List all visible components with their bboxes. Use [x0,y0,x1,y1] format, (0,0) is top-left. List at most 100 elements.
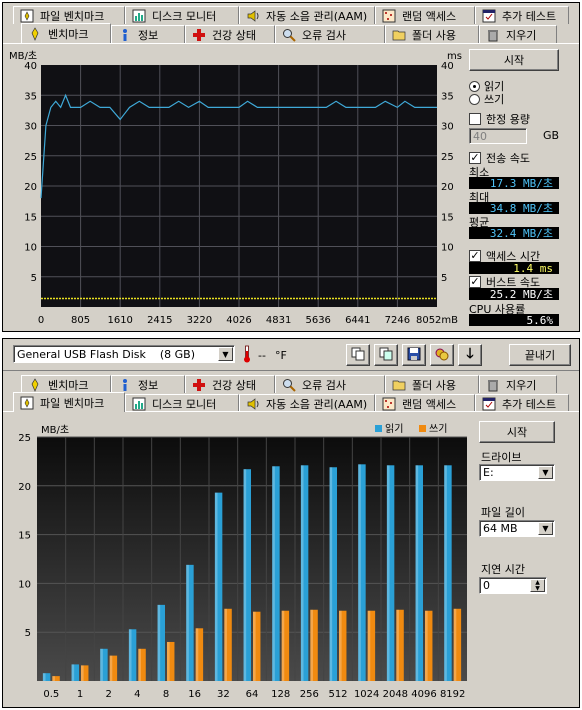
y-tick-left: 25 [24,152,37,163]
avg-value: 32.4 MB/초 [469,227,559,240]
tab-benchmark[interactable]: 벤치마크 [21,23,111,43]
chevron-down-icon[interactable]: ▼ [538,522,553,535]
drive-letter-select[interactable]: E: ▼ [479,464,555,481]
tab-extra-tests[interactable]: 추가 테스트 [475,6,569,24]
y-tick-right: 20 [441,182,454,193]
limit-capacity-check[interactable] [469,113,481,125]
bar-highlight [310,609,313,681]
tab-info[interactable]: 정보 [111,375,185,393]
folder-icon [392,378,406,392]
x-tick: 4831 [266,315,291,326]
tab-speaker[interactable]: 자동 소음 관리(AAM) [239,394,375,412]
start-button[interactable]: 시작 [469,49,559,71]
tab-label: 지우기 [506,378,537,392]
legend-write-swatch [419,425,426,432]
x-tick: 7246 [385,315,410,326]
save-button[interactable] [402,344,426,366]
legend-read-swatch [375,425,382,432]
transfer-rate-check[interactable]: ✓ [469,152,481,164]
tab-label: 폴더 사용 [412,378,456,392]
tab-info[interactable]: 정보 [111,25,185,43]
thermometer-icon [243,345,251,363]
disk-monitor-icon [132,9,146,23]
x-tick: 2 [105,689,111,700]
health-cross-icon [192,378,206,392]
y-tick-right: 5 [441,273,447,284]
magnifier-icon [282,378,296,392]
min-value: 17.3 MB/초 [469,177,559,190]
access-time-check[interactable]: ✓ [469,250,481,262]
exit-button[interactable]: 끝내기 [509,344,571,366]
bar-highlight [339,610,342,681]
tab-disk-monitor[interactable]: 디스크 모니터 [125,6,239,24]
write-radio[interactable]: 쓰기 [469,91,504,107]
folder-icon [392,28,406,42]
copy-info-button[interactable] [374,344,398,366]
transfer-rate-chart: MB/초 ms4035302520151054035302520151050 805… [7,47,465,329]
y-tick: 5 [25,628,31,639]
delay-spinner[interactable]: 0 ▲ ▼ [479,577,547,594]
write-radio-dot[interactable] [469,93,480,105]
bar-highlight [157,604,161,681]
file-length-select[interactable]: 64 MB ▼ [479,520,555,537]
copy-text-button[interactable] [346,344,370,366]
tab-label: 벤치마크 [48,27,89,41]
tab-benchmark[interactable]: 벤치마크 [21,375,111,393]
drive-select[interactable]: General USB Flash Disk (8 GB) ▼ [13,345,235,363]
x-tick: 256 [300,689,319,700]
spinner-arrows-icon[interactable]: ▲ ▼ [530,579,545,592]
bar-highlight [52,676,55,681]
tab-label: 추가 테스트 [502,397,557,411]
bar-highlight [358,464,361,681]
burst-rate-check[interactable]: ✓ [469,276,481,288]
y-tick: 25 [18,433,31,444]
x-tick: 8192 [440,689,465,700]
tab-trash[interactable]: 지우기 [479,375,557,393]
bar-highlight [300,465,304,681]
y-unit: MB/초 [41,424,69,436]
floppy-icon [407,347,421,364]
bar-highlight [386,465,390,681]
tab-extra-tests[interactable]: 추가 테스트 [475,394,569,412]
tab-magnifier[interactable]: 오류 검사 [275,375,385,393]
tab-health-cross[interactable]: 건강 상태 [185,375,275,393]
tab-magnifier[interactable]: 오류 검사 [275,25,385,43]
x-tick: 805 [71,315,90,326]
file-benchmark-icon [20,9,34,23]
limit-capacity-checkbox[interactable]: 한정 용량 [469,111,530,127]
file-length-value: 64 MB [483,522,518,535]
tab-speaker[interactable]: 자동 소음 관리(AAM) [239,6,375,24]
tab-random-access[interactable]: 랜덤 액세스 [375,6,475,24]
limit-capacity-label: 한정 용량 [486,113,530,126]
chevron-down-icon[interactable]: ▼ [218,347,233,361]
extra-tests-icon [482,9,496,23]
limit-capacity-field[interactable]: 40 [469,128,527,144]
tab-folder[interactable]: 폴더 사용 [385,375,479,393]
x-tick: 0.5 [43,689,59,700]
y-tick: 10 [18,579,31,590]
bar-highlight [109,655,113,681]
start-button-file[interactable]: 시작 [479,421,555,443]
legend-read-label: 읽기 [385,422,403,435]
read-radio-dot[interactable] [469,80,480,92]
tab-file-benchmark[interactable]: 파일 벤치마크 [13,6,125,24]
tab-random-access[interactable]: 랜덤 액세스 [375,394,475,412]
tab-folder[interactable]: 폴더 사용 [385,25,479,43]
y-tick-right: 25 [441,152,454,163]
x-tick: 8052mB [416,315,458,326]
tab-file-benchmark[interactable]: 파일 벤치마크 [13,392,125,412]
file-benchmark-window: General USB Flash Disk (8 GB) ▼ -- °F 🡓 … [2,338,580,708]
download-button[interactable]: 🡓 [458,344,482,366]
x-tick: 128 [271,689,290,700]
bar-highlight [396,609,399,681]
options-button[interactable] [430,344,454,366]
chevron-down-icon[interactable]: ▼ [538,466,553,479]
x-tick: 4096 [411,689,436,700]
tab-disk-monitor[interactable]: 디스크 모니터 [125,394,239,412]
tab-label: 오류 검사 [302,378,346,392]
magnifier-icon [282,28,296,42]
delay-value: 0 [483,579,490,592]
tab-trash[interactable]: 지우기 [479,25,557,43]
tab-label: 건강 상태 [212,378,256,392]
tab-health-cross[interactable]: 건강 상태 [185,25,275,43]
